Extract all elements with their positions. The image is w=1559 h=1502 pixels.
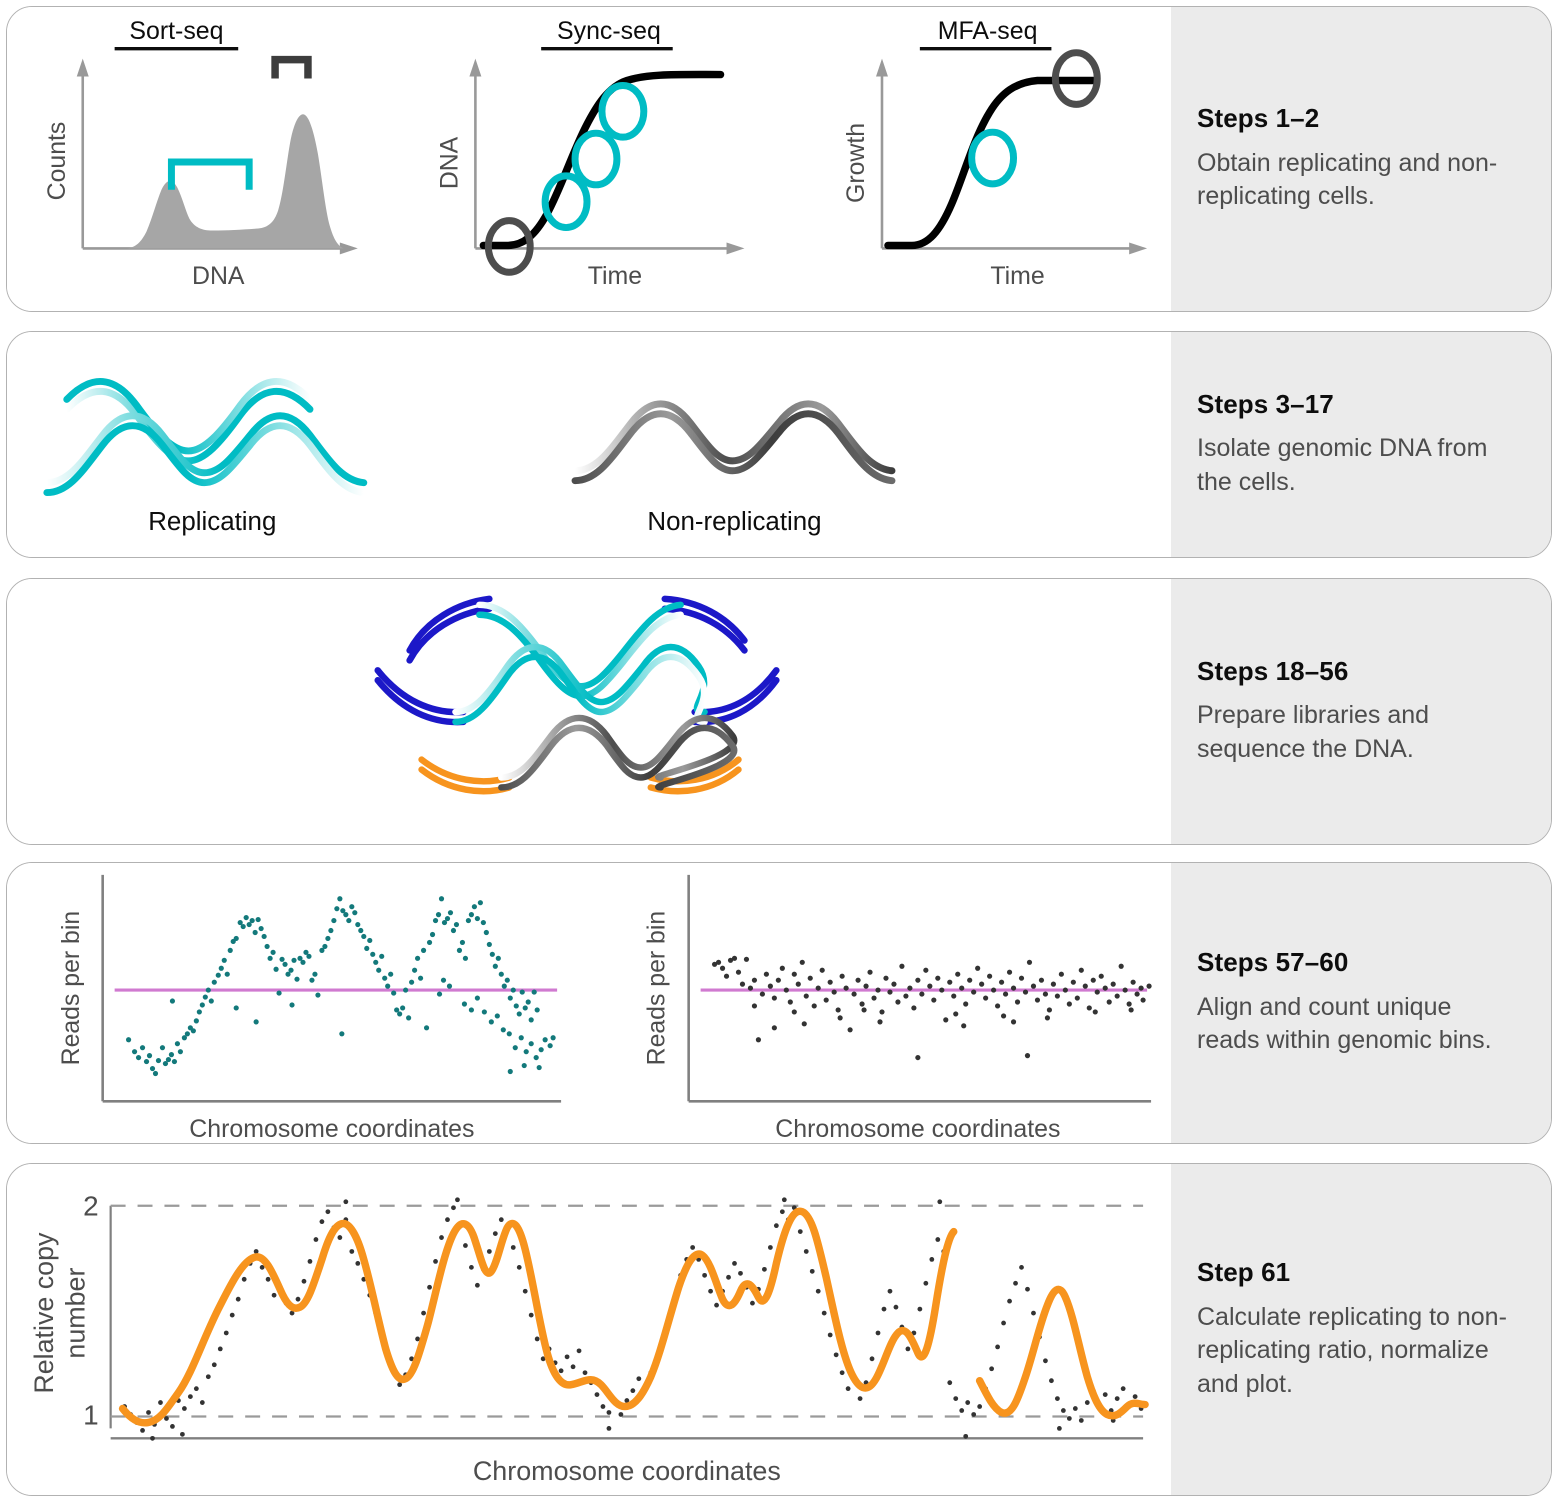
step-description: Prepare libraries and sequence the DNA. bbox=[1197, 701, 1430, 763]
non-replicating-strand-b bbox=[571, 410, 896, 485]
replicating-dna-label: Replicating bbox=[148, 508, 276, 536]
workflow-figure: Sort-seq DNA Counts Sync-seq Time DNA MF… bbox=[0, 0, 1559, 1502]
chart-replicating-reads: Chromosome coordinates Reads per bin bbox=[57, 874, 562, 1143]
step-label: Steps 18–56 bbox=[1197, 655, 1349, 686]
replicating-dna-icon bbox=[43, 378, 368, 497]
step-description: Isolate genomic DNA from the cells. bbox=[1197, 434, 1488, 496]
sync-seq-title: Sync-seq bbox=[557, 17, 661, 45]
mfa-seq-xlabel: Time bbox=[990, 262, 1044, 290]
copy-number-ylabel-line1: Relative copy bbox=[29, 1232, 59, 1394]
replicating-reads-ylabel: Reads per bin bbox=[57, 911, 85, 1065]
replicating-reads-xlabel: Chromosome coordinates bbox=[189, 1115, 474, 1143]
panel-1-artwork: Sort-seq DNA Counts Sync-seq Time DNA MF… bbox=[7, 7, 1171, 311]
copy-number-xlabel: Chromosome coordinates bbox=[473, 1456, 781, 1486]
copy-number-ytick-2: 2 bbox=[83, 1191, 99, 1222]
panel-4-scatter-charts: Chromosome coordinates Reads per bin Chr… bbox=[57, 874, 1152, 1143]
replicating-reads-points bbox=[125, 896, 556, 1077]
panel-4-artwork: Chromosome coordinates Reads per bin Chr… bbox=[7, 863, 1171, 1143]
step-description: Calculate replicating to non-replicating… bbox=[1197, 1302, 1507, 1398]
replicating-gate-bracket bbox=[167, 158, 253, 190]
step-label: Steps 1–2 bbox=[1197, 103, 1320, 134]
sync-seq-xlabel: Time bbox=[588, 262, 642, 290]
mfa-seq-ylabel: Growth bbox=[842, 123, 870, 203]
panel-2-artwork: Replicating Non-replicating bbox=[7, 332, 1171, 557]
non-replicating-dna-label: Non-replicating bbox=[647, 508, 821, 536]
panel-steps-1-2: Sort-seq DNA Counts Sync-seq Time DNA MF… bbox=[6, 6, 1552, 312]
sort-seq-title: Sort-seq bbox=[129, 17, 223, 45]
mfa-seq-curve bbox=[884, 76, 1098, 250]
panel-2-step-text: Steps 3–17 Isolate genomic DNA from the … bbox=[1171, 332, 1551, 557]
step-description: Obtain replicating and non-replicating c… bbox=[1197, 148, 1498, 211]
chart-non-replicating-reads: Chromosome coordinates Reads per bin bbox=[643, 874, 1152, 1143]
mfa-seq-x-arrowhead bbox=[1129, 242, 1148, 255]
panel-steps-57-60: Chromosome coordinates Reads per bin Chr… bbox=[6, 862, 1552, 1144]
panel-1-step-text: Steps 1–2 Obtain replicating and non-rep… bbox=[1171, 7, 1551, 311]
panel-3-library-art bbox=[374, 595, 780, 795]
non-replicating-gate-bracket bbox=[271, 55, 312, 79]
step-label: Step 61 bbox=[1197, 1256, 1291, 1287]
panel-3-step-text: Steps 18–56 Prepare libraries and sequen… bbox=[1171, 579, 1551, 844]
panel-2-dna-art: Replicating Non-replicating bbox=[43, 378, 896, 536]
panel-5-artwork: 2 1 Chromosome coordinates Relative copy… bbox=[7, 1164, 1171, 1495]
copy-number-ytick-1: 1 bbox=[83, 1399, 99, 1430]
non-replicating-reads-points bbox=[711, 955, 1152, 1061]
sort-seq-distribution bbox=[124, 114, 344, 249]
panel-3-artwork bbox=[7, 579, 1171, 844]
sort-seq-xlabel: DNA bbox=[192, 262, 245, 290]
step-description: Align and count unique reads within geno… bbox=[1197, 992, 1492, 1055]
panel-steps-18-56: Steps 18–56 Prepare libraries and sequen… bbox=[6, 578, 1552, 845]
chart-sort-seq: Sort-seq DNA Counts bbox=[43, 17, 358, 290]
chart-sync-seq: Sync-seq Time DNA bbox=[435, 17, 745, 290]
sort-seq-y-arrowhead bbox=[76, 58, 89, 77]
panel-1-charts: Sort-seq DNA Counts Sync-seq Time DNA MF… bbox=[43, 17, 1148, 290]
non-replicating-reads-ylabel: Reads per bin bbox=[643, 911, 671, 1065]
panel-step-61: 2 1 Chromosome coordinates Relative copy… bbox=[6, 1163, 1552, 1496]
chart-mfa-seq: MFA-seq Time Growth bbox=[842, 17, 1148, 290]
mfa-seq-title: MFA-seq bbox=[938, 17, 1038, 45]
copy-number-ylabel-line2: number bbox=[61, 1268, 91, 1359]
panel-4-step-text: Steps 57–60 Align and count unique reads… bbox=[1171, 863, 1551, 1143]
non-replicating-library-icon bbox=[418, 714, 742, 795]
panel-5-copy-number-chart: 2 1 Chromosome coordinates Relative copy… bbox=[29, 1191, 1149, 1486]
replicating-library-icon bbox=[374, 595, 780, 726]
sync-seq-replicating-circle-3 bbox=[598, 82, 648, 141]
sort-seq-ylabel: Counts bbox=[43, 122, 71, 201]
copy-number-curve-segment-2 bbox=[975, 1285, 1149, 1420]
panel-steps-3-17: Replicating Non-replicating Steps 3–17 I… bbox=[6, 331, 1552, 558]
non-replicating-reads-xlabel: Chromosome coordinates bbox=[775, 1115, 1060, 1143]
sync-seq-ylabel: DNA bbox=[435, 136, 463, 189]
replicating-strand-lower-b bbox=[43, 422, 368, 497]
mfa-seq-y-arrowhead bbox=[876, 58, 888, 77]
panel-5-step-text: Step 61 Calculate replicating to non-rep… bbox=[1171, 1164, 1551, 1495]
sync-seq-replicating-circle-2 bbox=[571, 129, 621, 189]
step-label: Steps 3–17 bbox=[1197, 388, 1334, 419]
copy-number-curve-segment-1 bbox=[118, 1207, 958, 1427]
sync-seq-y-arrowhead bbox=[469, 58, 482, 77]
non-replicating-dna-icon bbox=[571, 400, 896, 485]
sync-seq-x-arrowhead bbox=[726, 242, 745, 255]
mfa-seq-replicating-circle bbox=[968, 128, 1018, 188]
step-label: Steps 57–60 bbox=[1197, 947, 1349, 978]
